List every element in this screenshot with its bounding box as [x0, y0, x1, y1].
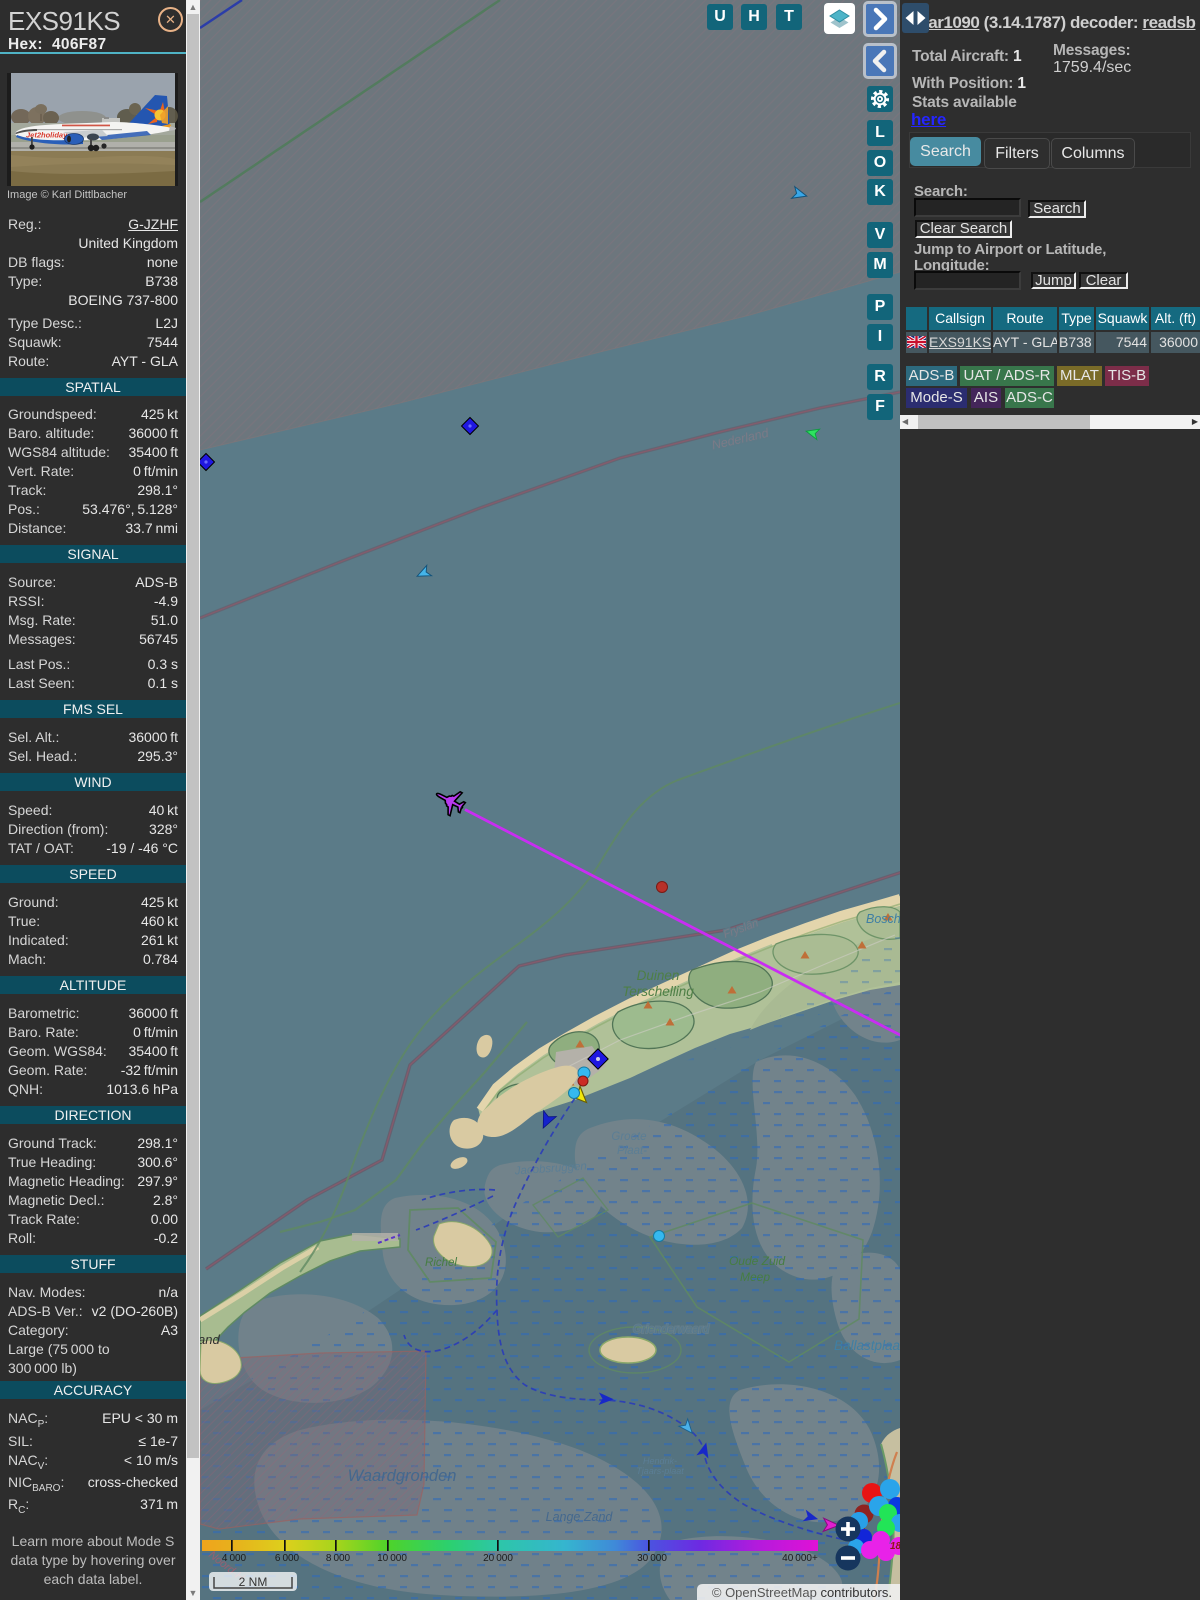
svg-text:Terschelling: Terschelling	[622, 984, 694, 999]
svg-text:and: and	[200, 1332, 220, 1347]
svg-text:6 000: 6 000	[275, 1553, 300, 1564]
svg-text:30 000: 30 000	[637, 1553, 667, 1564]
svg-text:© OpenStreetMap contributors.: © OpenStreetMap contributors.	[712, 1585, 892, 1600]
svg-text:Waardgronden: Waardgronden	[348, 1467, 457, 1485]
svg-text:8 000: 8 000	[326, 1553, 351, 1564]
svg-text:Boschpl: Boschpl	[866, 912, 900, 926]
svg-text:4 000: 4 000	[222, 1553, 247, 1564]
svg-text:Ballastplaa: Ballastplaa	[834, 1338, 900, 1353]
svg-text:Hendrik-: Hendrik-	[643, 1456, 677, 1466]
svg-text:Plaat-: Plaat-	[617, 1145, 647, 1157]
svg-text:Groote: Groote	[611, 1131, 646, 1143]
svg-text:Oude Zuid: Oude Zuid	[729, 1254, 785, 1268]
svg-text:Duinen: Duinen	[637, 968, 680, 983]
svg-text:40 000+: 40 000+	[782, 1553, 818, 1564]
svg-text:Lange Zand: Lange Zand	[546, 1510, 614, 1524]
svg-text:Tjaars-plaat: Tjaars-plaat	[636, 1466, 684, 1476]
svg-text:10 000: 10 000	[377, 1553, 407, 1564]
svg-text:2 NM: 2 NM	[239, 1575, 268, 1589]
svg-text:20 000: 20 000	[483, 1553, 513, 1564]
svg-text:Richel: Richel	[425, 1257, 457, 1269]
svg-text:Meep: Meep	[740, 1270, 770, 1284]
svg-text:Grienderwaard: Grienderwaard	[633, 1324, 710, 1336]
svg-text:18: 18	[890, 1541, 900, 1552]
